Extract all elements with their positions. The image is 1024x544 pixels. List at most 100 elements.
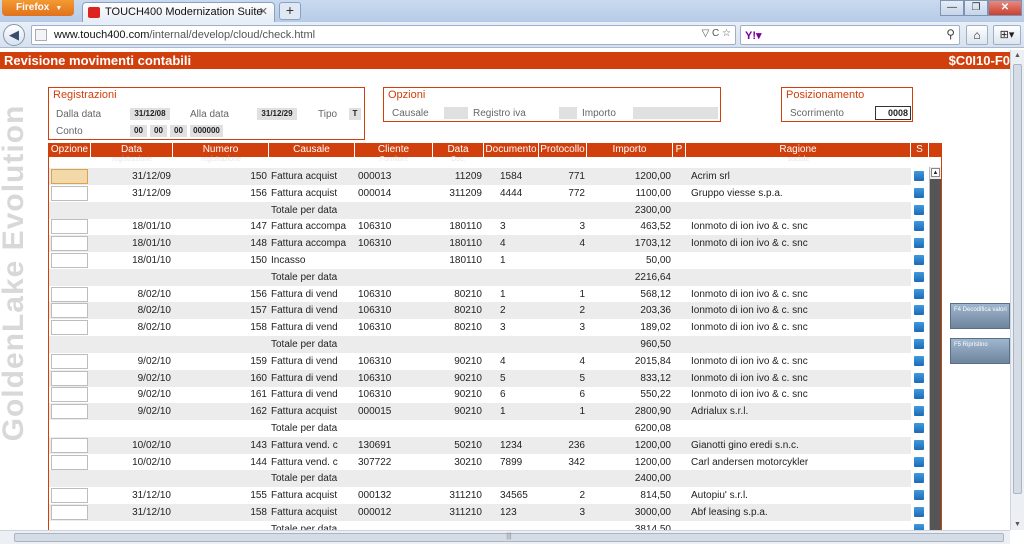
row-detail-icon[interactable]	[914, 288, 924, 299]
bookmarks-menu-button[interactable]: ⊞▾	[993, 25, 1021, 45]
table-row[interactable]: 9/02/10 159 Fattura di vend 106310 90210 4 4 20…	[49, 353, 924, 370]
row-detail-icon[interactable]	[914, 271, 924, 282]
alla-data-field[interactable]: 31/12/29	[257, 108, 297, 120]
option-input[interactable]	[51, 353, 88, 369]
window-close-button[interactable]: ✕	[988, 0, 1022, 16]
option-input[interactable]	[51, 253, 88, 268]
column-header-data-registrazione[interactable]: Data	[91, 143, 173, 157]
causale-field[interactable]	[444, 107, 468, 119]
conto-field-4[interactable]: 000000	[190, 125, 223, 137]
page-horizontal-scrollbar[interactable]: |||	[0, 530, 1010, 544]
option-input[interactable]	[51, 219, 88, 235]
column-header-numero-registrazione[interactable]: Numero	[173, 143, 269, 157]
column-header-p[interactable]: P	[673, 143, 686, 157]
row-detail-icon[interactable]	[914, 490, 924, 501]
option-input[interactable]	[51, 236, 88, 252]
yahoo-search-engine-icon[interactable]: Y!▾	[745, 29, 762, 42]
column-header-causale[interactable]: Causale	[269, 143, 355, 157]
firefox-menu-button[interactable]: Firefox ▼	[2, 0, 74, 16]
option-input[interactable]	[51, 387, 88, 403]
table-row[interactable]: 31/12/09 150 Fattura acquist 000013 11209 158…	[49, 168, 924, 185]
option-input[interactable]	[51, 303, 88, 319]
grid-scroll-thumb[interactable]	[930, 179, 941, 530]
table-row[interactable]: 18/01/10 150 Incasso 180110 1 50,00	[49, 252, 924, 269]
table-row[interactable]: 18/01/10 148 Fattura accompa 106310 180110 4 4…	[49, 235, 924, 253]
tipo-field[interactable]: T	[349, 108, 361, 120]
url-reload-icon[interactable]: ▽ C ☆	[702, 28, 731, 39]
option-input[interactable]	[51, 370, 88, 386]
option-input[interactable]	[51, 169, 88, 184]
table-row[interactable]: 8/02/10 158 Fattura di vend 106310 80210 3 3 18…	[49, 319, 924, 336]
row-detail-icon[interactable]	[914, 507, 924, 517]
option-input[interactable]	[51, 320, 88, 336]
option-input[interactable]	[51, 286, 88, 302]
grid-scrollbar[interactable]: ▲	[929, 167, 941, 530]
row-detail-icon[interactable]	[914, 406, 924, 417]
row-detail-icon[interactable]	[914, 456, 924, 467]
page-horizontal-scroll-thumb[interactable]: |||	[14, 533, 1004, 542]
column-header-opzione[interactable]: Opzione	[49, 143, 91, 157]
window-minimize-button[interactable]: —	[940, 0, 964, 16]
row-detail-icon[interactable]	[914, 423, 924, 433]
column-header-importo[interactable]: Importo	[587, 143, 673, 157]
decodifica-valori-button[interactable]: F4 Decodifica valori	[950, 303, 1010, 329]
row-detail-icon[interactable]	[914, 221, 924, 232]
scorrimento-field[interactable]: 0008	[875, 106, 911, 120]
row-detail-icon[interactable]	[914, 204, 924, 215]
ripristino-button[interactable]: F5 Ripristino	[950, 338, 1010, 364]
option-input[interactable]	[51, 488, 88, 504]
option-input[interactable]	[51, 437, 88, 453]
page-vertical-scrollbar[interactable]: ▲ ▼	[1010, 50, 1024, 530]
importo-field[interactable]	[633, 107, 718, 119]
new-tab-button[interactable]: +	[279, 2, 301, 20]
address-bar[interactable]: www.touch400.com/internal/develop/cloud/…	[31, 25, 736, 45]
conto-field-1[interactable]: 00	[130, 125, 147, 137]
search-bar[interactable]: Y!▾ ⚲	[740, 25, 960, 45]
option-input[interactable]	[51, 454, 88, 470]
scroll-down-arrow-icon[interactable]: ▼	[1011, 521, 1024, 528]
row-detail-icon[interactable]	[914, 322, 924, 333]
home-button[interactable]: ⌂	[966, 25, 988, 45]
column-header-documento[interactable]: Documento	[484, 143, 539, 157]
table-row[interactable]: 10/02/10 143 Fattura vend. c 130691 50210 123…	[49, 436, 924, 454]
table-row[interactable]: 31/12/10 155 Fattura acquist 000132 311210 34…	[49, 487, 924, 504]
conto-field-3[interactable]: 00	[170, 125, 187, 137]
scroll-up-arrow-icon[interactable]: ▲	[1011, 52, 1024, 59]
option-input[interactable]	[51, 185, 88, 201]
table-row[interactable]: 18/01/10 147 Fattura accompa 106310 180110 3 3…	[49, 218, 924, 235]
table-row[interactable]: 10/02/10 144 Fattura vend. c 307722 30210 789…	[49, 454, 924, 471]
row-detail-icon[interactable]	[914, 439, 924, 450]
row-detail-icon[interactable]	[914, 187, 924, 198]
back-button[interactable]: ◀	[3, 24, 25, 46]
table-row[interactable]: 8/02/10 156 Fattura di vend 106310 80210 1 1 56…	[49, 286, 924, 303]
browser-tab[interactable]: TOUCH400 Modernization Suite ✕	[82, 2, 275, 22]
column-header-data-documento[interactable]: Data	[433, 143, 484, 157]
table-row[interactable]: 9/02/10 162 Fattura acquist 000015 90210 1 1 28…	[49, 403, 924, 421]
column-header-ragione-sociale[interactable]: Ragione	[686, 143, 911, 157]
tab-close-icon[interactable]: ✕	[259, 5, 268, 18]
window-maximize-button[interactable]: ❐	[964, 0, 988, 16]
row-detail-icon[interactable]	[914, 389, 924, 400]
search-icon[interactable]: ⚲	[946, 27, 955, 41]
dalla-data-field[interactable]: 31/12/08	[130, 108, 170, 120]
table-row[interactable]: 9/02/10 161 Fattura di vend 106310 90210 6 6 55…	[49, 386, 924, 403]
option-input[interactable]	[51, 404, 88, 420]
table-row[interactable]: 31/12/10 158 Fattura acquist 000012 311210 12…	[49, 504, 924, 521]
row-detail-icon[interactable]	[914, 355, 924, 366]
row-detail-icon[interactable]	[914, 372, 924, 383]
registro-iva-field[interactable]	[559, 107, 577, 119]
column-header-cliente-fornitore[interactable]: Cliente	[355, 143, 433, 157]
row-detail-icon[interactable]	[914, 305, 924, 316]
scroll-up-icon[interactable]: ▲	[931, 168, 940, 177]
row-detail-icon[interactable]	[914, 238, 924, 249]
column-header-s[interactable]: S	[911, 143, 929, 157]
row-detail-icon[interactable]	[914, 171, 924, 181]
row-detail-icon[interactable]	[914, 473, 924, 484]
row-detail-icon[interactable]	[914, 339, 924, 349]
table-row[interactable]: 31/12/09 156 Fattura acquist 000014 311209 44…	[49, 185, 924, 202]
option-input[interactable]	[51, 505, 88, 520]
table-row[interactable]: 9/02/10 160 Fattura di vend 106310 90210 5 5 83…	[49, 369, 924, 387]
column-header-protocollo[interactable]: Protocollo	[539, 143, 587, 157]
row-detail-icon[interactable]	[914, 255, 924, 265]
table-row[interactable]: 8/02/10 157 Fattura di vend 106310 80210 2 2 20…	[49, 302, 924, 320]
